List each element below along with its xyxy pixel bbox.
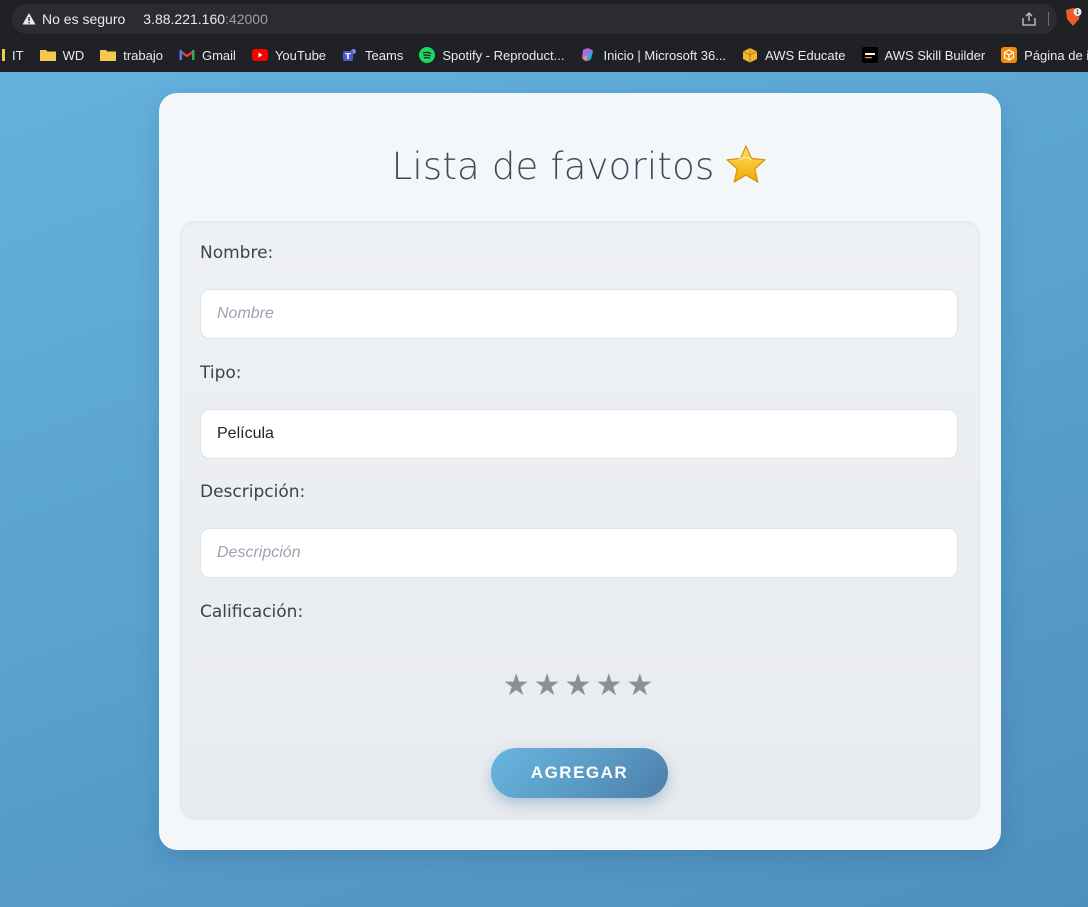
- bookmark-youtube[interactable]: YouTube: [244, 43, 334, 67]
- bookmark-microsoft365[interactable]: Inicio | Microsoft 36...: [572, 43, 734, 67]
- bookmark-label: Página de inicio de l...: [1024, 47, 1088, 63]
- nombre-placeholder: Nombre: [217, 305, 274, 322]
- descripcion-placeholder: Descripción: [217, 544, 301, 561]
- warning-icon[interactable]: [22, 12, 36, 26]
- rating-stars[interactable]: ★★★★★: [180, 668, 980, 703]
- svg-text:1: 1: [1076, 9, 1080, 16]
- bookmark-label: Spotify - Reproduct...: [442, 47, 565, 63]
- bookmark-teams[interactable]: T Teams: [334, 43, 411, 67]
- bookmark-label: Inicio | Microsoft 36...: [603, 47, 727, 63]
- url-text[interactable]: 3.88.221.160:42000: [143, 11, 268, 27]
- bookmark-label: trabajo: [123, 47, 163, 63]
- bookmark-aws-skill-builder[interactable]: AWS Skill Builder: [854, 43, 994, 67]
- spotify-icon: [419, 47, 436, 63]
- bookmarks-bar: IT WD trabajo Gmail YouTube T Teams Spot…: [0, 38, 1088, 72]
- svg-text:T: T: [345, 52, 351, 61]
- bookmark-label: AWS Educate: [765, 47, 846, 63]
- page-title: Lista de favoritos: [159, 143, 1001, 188]
- bookmark-label: IT: [12, 47, 24, 63]
- url-port: :42000: [225, 11, 268, 27]
- aws-educate-icon: [742, 47, 758, 63]
- nombre-input[interactable]: Nombre: [200, 289, 958, 339]
- bookmark-gmail[interactable]: Gmail: [171, 43, 244, 67]
- aws-box-icon: [1001, 47, 1018, 63]
- agregar-button[interactable]: AGREGAR: [491, 748, 668, 798]
- folder-icon: [2, 47, 6, 63]
- bookmark-label: Gmail: [201, 47, 236, 63]
- bookmark-label: Teams: [365, 47, 404, 63]
- rating-stars-glyphs[interactable]: ★★★★★: [503, 668, 657, 703]
- microsoft365-icon: [580, 47, 596, 63]
- youtube-icon: [251, 47, 268, 63]
- share-icon[interactable]: [1021, 11, 1037, 27]
- brave-shield-icon[interactable]: 1: [1064, 7, 1082, 27]
- star-icon: [724, 143, 768, 187]
- tipo-select[interactable]: Película: [200, 409, 958, 459]
- favorites-card: Lista de favoritos Nombre: Nombre Tipo: …: [159, 93, 1001, 850]
- tipo-label: Tipo:: [200, 363, 242, 383]
- address-divider: [1048, 12, 1049, 26]
- security-label[interactable]: No es seguro: [42, 11, 125, 27]
- aws-skillbuilder-icon: [861, 47, 878, 63]
- bookmark-trabajo[interactable]: trabajo: [92, 43, 171, 67]
- bookmark-label: AWS Skill Builder: [884, 47, 986, 63]
- address-bar[interactable]: No es seguro 3.88.221.160:42000: [12, 4, 1057, 34]
- descripcion-input[interactable]: Descripción: [200, 528, 958, 578]
- url-host: 3.88.221.160: [143, 11, 226, 27]
- page-title-text: Lista de favoritos: [391, 145, 715, 188]
- calificacion-label: Calificación:: [200, 602, 304, 622]
- bookmark-label: YouTube: [274, 47, 327, 63]
- folder-icon: [39, 47, 56, 63]
- bookmark-wd[interactable]: WD: [32, 43, 93, 67]
- bookmark-aws-educate[interactable]: AWS Educate: [734, 43, 853, 67]
- favorite-form: Nombre: Nombre Tipo: Película Descripció…: [180, 221, 980, 819]
- bookmark-pagina-inicio[interactable]: Página de inicio de l...: [993, 43, 1088, 67]
- folder-icon: [100, 47, 117, 63]
- gmail-icon: [179, 47, 195, 63]
- bookmark-label: WD: [62, 47, 85, 63]
- descripcion-label: Descripción:: [200, 482, 306, 502]
- nombre-label: Nombre:: [200, 243, 274, 263]
- bookmark-spotify[interactable]: Spotify - Reproduct...: [411, 43, 572, 67]
- browser-toolbar: No es seguro 3.88.221.160:42000 1: [0, 0, 1088, 38]
- tipo-value: Película: [217, 425, 274, 442]
- bookmark-it[interactable]: IT: [0, 43, 32, 67]
- teams-icon: T: [342, 47, 358, 63]
